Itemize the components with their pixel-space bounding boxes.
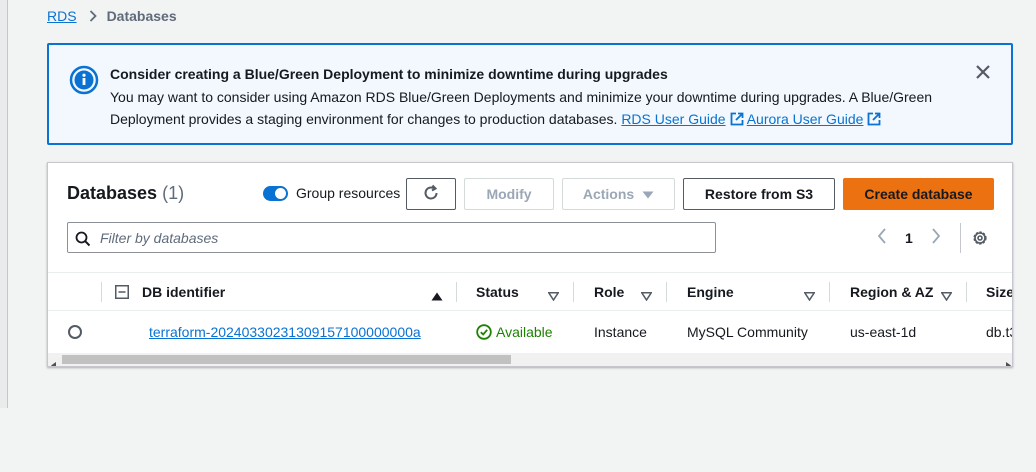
group-resources-label: Group resources (296, 185, 401, 201)
col-role[interactable]: Role (594, 273, 624, 311)
alert-body: You may want to consider using Amazon RD… (110, 86, 970, 132)
breadcrumb: RDS Databases (47, 8, 177, 24)
create-database-button[interactable]: Create database (843, 178, 994, 210)
size-cell: db.t3.micro (986, 324, 1012, 340)
sort-icon[interactable] (640, 288, 653, 304)
horizontal-scrollbar[interactable] (48, 353, 1012, 366)
status-badge: Available (476, 312, 553, 352)
chevron-left-icon[interactable] (877, 227, 887, 249)
panel-title: Databases (1) (67, 183, 184, 204)
aurora-user-guide-label: Aurora User Guide (746, 111, 864, 127)
rds-user-guide-label: RDS User Guide (621, 111, 726, 127)
filter-databases-input[interactable] (100, 228, 700, 248)
table-header: DB identifier Status Role Engine Region … (48, 272, 1012, 311)
filter-databases-field[interactable] (67, 222, 716, 253)
sort-icon[interactable] (940, 288, 953, 304)
chevron-right-icon (89, 10, 97, 22)
databases-panel: Databases (1) Group resources Modify Act… (47, 162, 1013, 367)
db-identifier-text[interactable]: terraform-20240330231309157100000000a (149, 324, 421, 340)
external-link-icon (730, 110, 744, 132)
caret-down-icon (642, 186, 654, 202)
aurora-user-guide-link[interactable]: Aurora User Guide (747, 111, 882, 127)
restore-from-s3-button[interactable]: Restore from S3 (683, 178, 835, 210)
alert-title: Consider creating a Blue/Green Deploymen… (110, 66, 668, 82)
sort-icon[interactable] (547, 288, 560, 304)
current-page[interactable]: 1 (905, 230, 913, 246)
search-icon (75, 231, 91, 252)
actions-label: Actions (582, 186, 635, 202)
database-count: (1) (162, 183, 185, 203)
status-text: Available (496, 324, 553, 340)
pager-divider (960, 223, 961, 253)
gear-icon[interactable] (971, 229, 989, 252)
table-row: terraform-20240330231309157100000000a Av… (48, 312, 1012, 352)
breadcrumb-rds-link[interactable]: RDS (47, 8, 77, 24)
external-link-icon (867, 110, 881, 132)
side-navigation-rail (0, 0, 8, 408)
refresh-button[interactable] (406, 178, 456, 210)
toggle-switch[interactable] (263, 185, 288, 201)
panel-title-text: Databases (67, 183, 158, 203)
sort-icon[interactable] (803, 288, 816, 304)
refresh-icon (422, 184, 440, 205)
role-cell: Instance (594, 324, 647, 340)
select-all-icon[interactable] (115, 273, 129, 311)
col-db-identifier[interactable]: DB identifier (142, 273, 225, 311)
col-size[interactable]: Size (986, 273, 1012, 311)
check-circle-icon (476, 324, 492, 340)
scroll-right-icon[interactable] (1005, 356, 1011, 366)
actions-button[interactable]: Actions (562, 178, 675, 210)
scrollbar-thumb[interactable] (62, 355, 511, 364)
col-status[interactable]: Status (476, 273, 519, 311)
region-cell: us-east-1d (850, 324, 917, 340)
blue-green-info-alert: Consider creating a Blue/Green Deploymen… (47, 43, 1013, 145)
modify-button[interactable]: Modify (464, 178, 554, 210)
engine-cell: MySQL Community (687, 324, 808, 340)
chevron-right-icon[interactable] (931, 227, 941, 249)
sort-ascending-icon[interactable] (431, 288, 443, 304)
db-identifier-link[interactable]: terraform-20240330231309157100000000a (149, 312, 421, 352)
col-engine[interactable]: Engine (687, 273, 734, 311)
rds-user-guide-link[interactable]: RDS User Guide (621, 111, 743, 127)
pagination: 1 (877, 227, 941, 249)
scroll-left-icon[interactable] (51, 356, 57, 366)
row-select-radio[interactable] (68, 312, 82, 352)
breadcrumb-current: Databases (106, 8, 177, 24)
col-region-az[interactable]: Region & AZ (850, 273, 933, 311)
group-resources-toggle[interactable]: Group resources (263, 185, 400, 201)
info-icon (69, 65, 99, 100)
close-icon[interactable] (975, 64, 991, 85)
